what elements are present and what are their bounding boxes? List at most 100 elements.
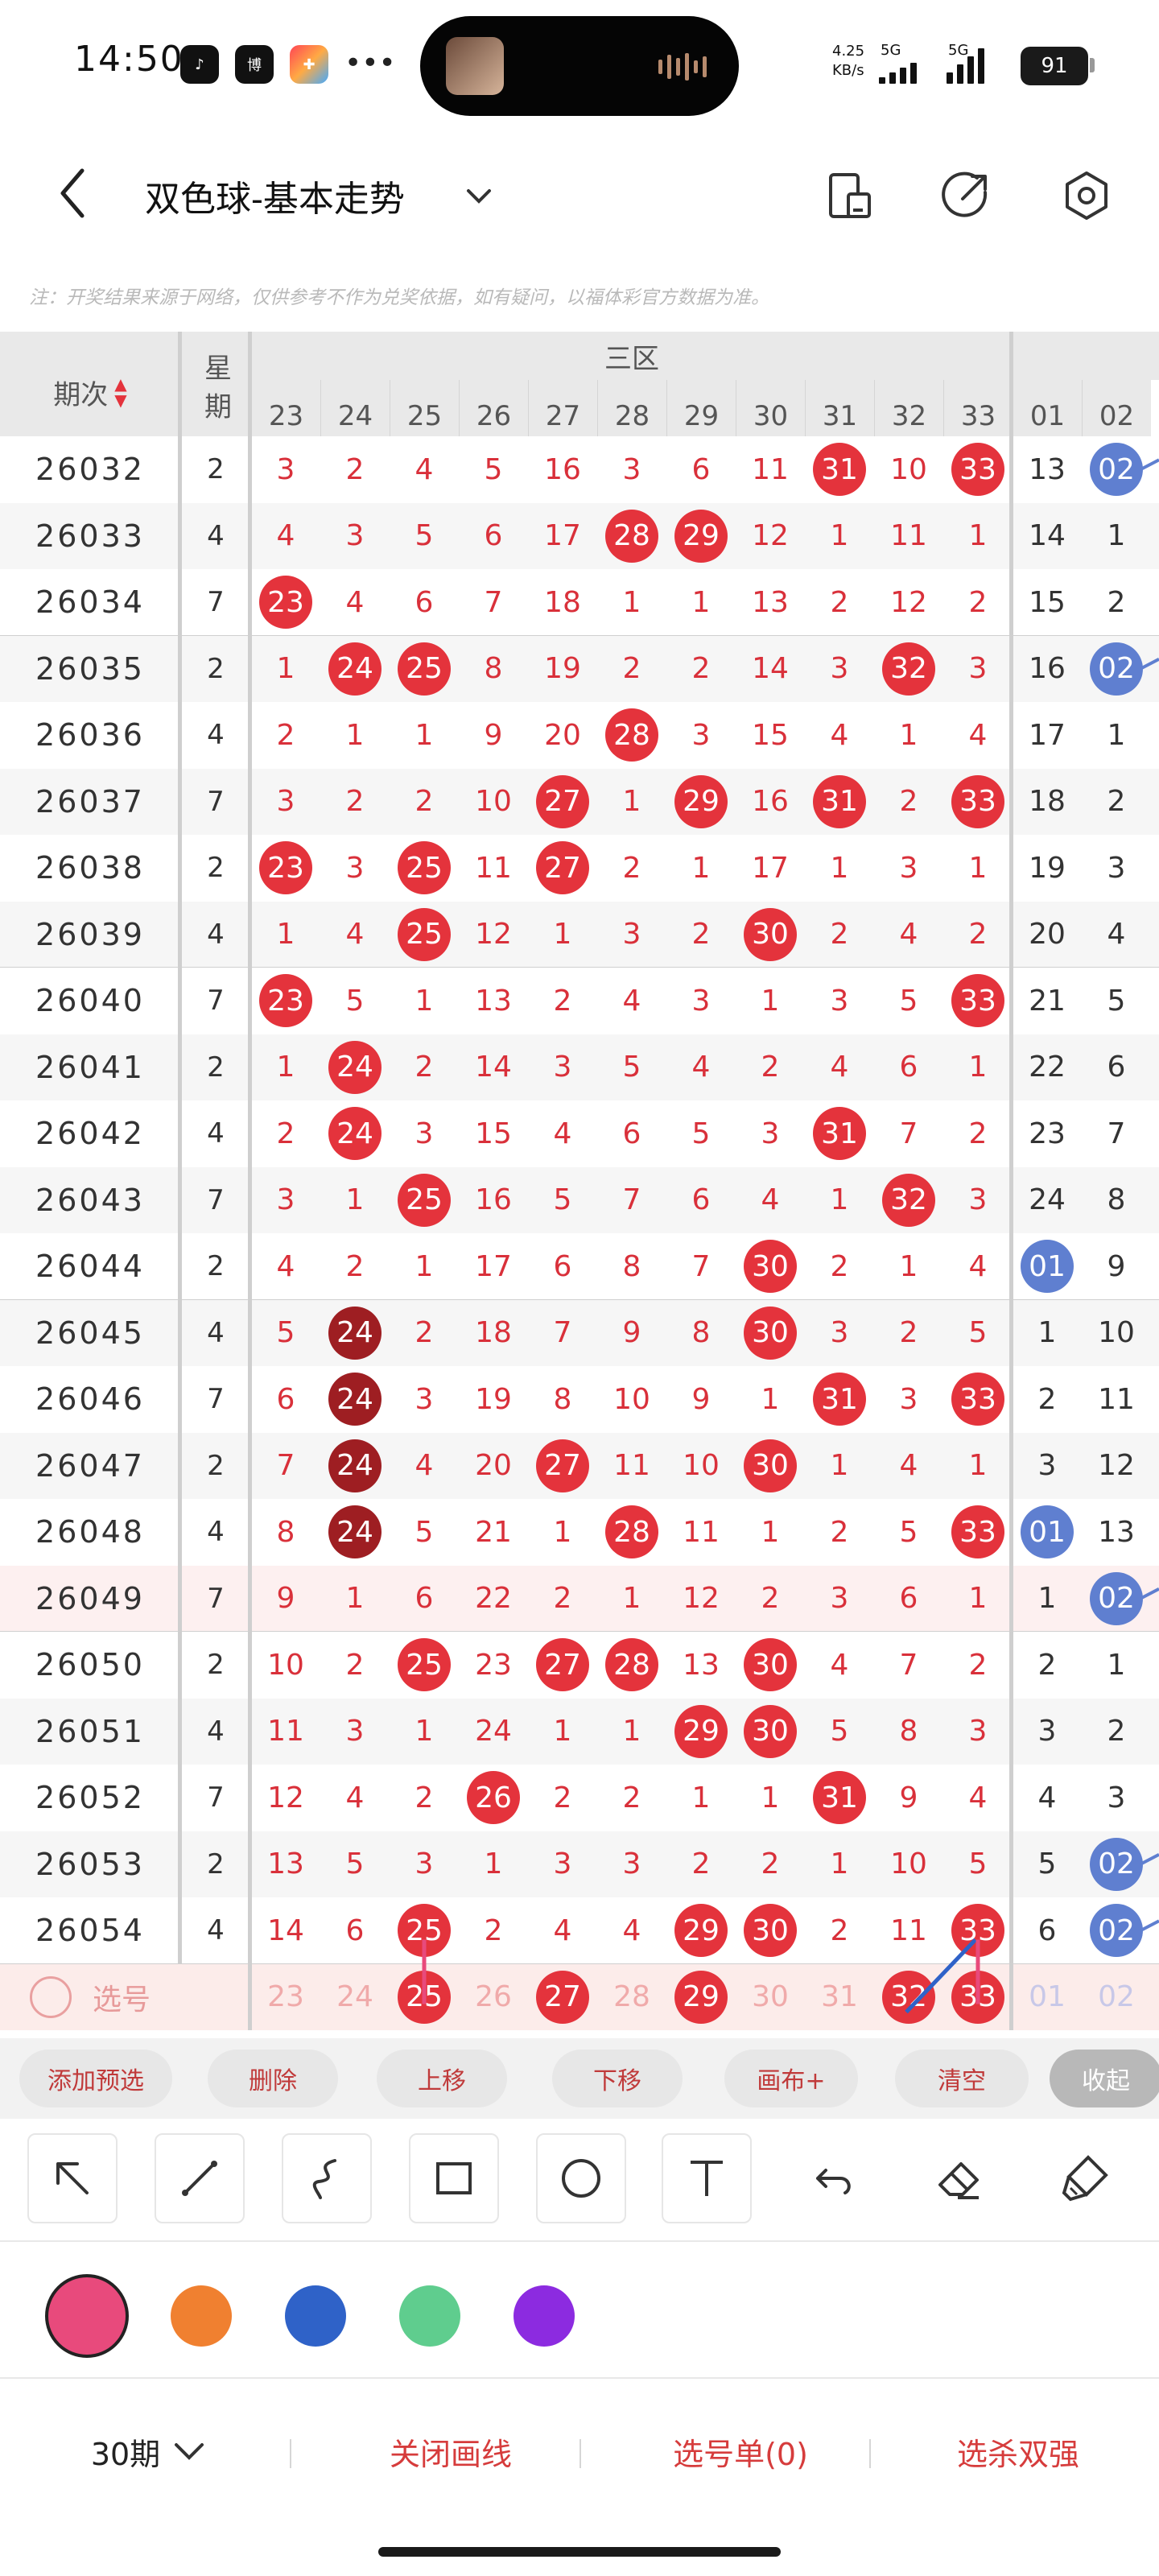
select-blue-cell[interactable]: 01: [1013, 1964, 1082, 2031]
red-number-cell[interactable]: 1: [320, 1167, 390, 1234]
settings-button[interactable]: [1056, 165, 1117, 226]
red-number-cell[interactable]: 3: [597, 436, 666, 503]
red-number-cell[interactable]: 31: [805, 1765, 874, 1831]
red-number-cell[interactable]: 1: [736, 1765, 805, 1831]
red-number-cell[interactable]: 7: [251, 1433, 320, 1500]
red-number-cell[interactable]: 1: [390, 968, 459, 1034]
red-number-cell[interactable]: 6: [597, 1100, 666, 1167]
red-number-cell[interactable]: 22: [459, 1566, 528, 1633]
red-number-cell[interactable]: 5: [528, 1167, 597, 1234]
action-button[interactable]: 上移: [377, 2050, 507, 2107]
red-number-cell[interactable]: 4: [390, 1433, 459, 1500]
red-number-cell[interactable]: 1: [251, 1034, 320, 1101]
red-number-cell[interactable]: 24: [320, 1300, 390, 1367]
red-number-cell[interactable]: 4: [528, 1100, 597, 1167]
select-red-cell[interactable]: 27: [528, 1964, 597, 2031]
red-number-cell[interactable]: 4: [597, 968, 666, 1034]
red-number-cell[interactable]: 1: [805, 503, 874, 570]
red-number-cell[interactable]: 28: [597, 702, 666, 769]
blue-number-cell[interactable]: 3: [1013, 1433, 1082, 1500]
red-number-cell[interactable]: 1: [528, 1699, 597, 1765]
red-number-cell[interactable]: 3: [666, 968, 736, 1034]
curve-tool-button[interactable]: [282, 2133, 372, 2223]
red-number-cell[interactable]: 28: [597, 503, 666, 570]
red-number-cell[interactable]: 28: [597, 1632, 666, 1699]
red-number-cell[interactable]: 3: [943, 1167, 1013, 1234]
red-number-cell[interactable]: 30: [736, 1699, 805, 1765]
red-number-cell[interactable]: 8: [251, 1499, 320, 1566]
red-number-cell[interactable]: 4: [251, 1233, 320, 1300]
red-number-cell[interactable]: 4: [805, 1632, 874, 1699]
red-number-cell[interactable]: 33: [943, 968, 1013, 1034]
red-number-cell[interactable]: 32: [874, 1167, 943, 1234]
red-number-cell[interactable]: 3: [320, 1699, 390, 1765]
select-red-cell[interactable]: 25: [390, 1964, 459, 2031]
red-number-cell[interactable]: 1: [597, 569, 666, 636]
blue-number-cell[interactable]: 16: [1013, 636, 1082, 703]
red-number-cell[interactable]: 12: [251, 1765, 320, 1831]
blue-number-cell[interactable]: 6: [1082, 1034, 1151, 1101]
red-number-cell[interactable]: 16: [459, 1167, 528, 1234]
red-number-cell[interactable]: 2: [736, 1034, 805, 1101]
red-number-cell[interactable]: 2: [805, 1233, 874, 1300]
blue-number-cell[interactable]: 2: [1082, 769, 1151, 836]
red-number-cell[interactable]: 4: [943, 1765, 1013, 1831]
red-number-cell[interactable]: 5: [390, 503, 459, 570]
color-swatch[interactable]: [45, 2274, 129, 2358]
red-number-cell[interactable]: 5: [943, 1831, 1013, 1898]
red-number-cell[interactable]: 2: [390, 769, 459, 836]
action-button[interactable]: 画布+: [724, 2050, 858, 2107]
red-number-cell[interactable]: 2: [874, 1300, 943, 1367]
issue-column-header[interactable]: 期次 ▲ ▼: [0, 332, 180, 452]
red-number-cell[interactable]: 32: [874, 636, 943, 703]
blue-number-cell[interactable]: 10: [1082, 1300, 1151, 1367]
red-number-cell[interactable]: 2: [390, 1765, 459, 1831]
blue-number-cell[interactable]: 24: [1013, 1167, 1082, 1234]
red-number-cell[interactable]: 2: [874, 769, 943, 836]
red-number-cell[interactable]: 10: [459, 769, 528, 836]
red-number-cell[interactable]: 30: [736, 902, 805, 968]
circle-tool-button[interactable]: [536, 2133, 626, 2223]
red-number-cell[interactable]: 1: [874, 1233, 943, 1300]
red-number-cell[interactable]: 1: [251, 902, 320, 968]
red-number-cell[interactable]: 30: [736, 1300, 805, 1367]
red-number-cell[interactable]: 13: [459, 968, 528, 1034]
select-red-cell[interactable]: 23: [251, 1964, 320, 2031]
red-number-cell[interactable]: 9: [666, 1366, 736, 1433]
red-number-cell[interactable]: 2: [528, 968, 597, 1034]
red-number-cell[interactable]: 6: [320, 1897, 390, 1964]
red-number-cell[interactable]: 25: [390, 835, 459, 902]
red-number-cell[interactable]: 8: [874, 1699, 943, 1765]
red-number-cell[interactable]: 2: [251, 702, 320, 769]
red-number-cell[interactable]: 2: [597, 835, 666, 902]
blue-number-cell[interactable]: 1: [1082, 702, 1151, 769]
dynamic-island[interactable]: [420, 16, 739, 116]
red-number-cell[interactable]: 11: [736, 436, 805, 503]
red-number-cell[interactable]: 4: [666, 1034, 736, 1101]
red-number-cell[interactable]: 1: [251, 636, 320, 703]
red-number-cell[interactable]: 6: [528, 1233, 597, 1300]
blue-number-cell[interactable]: 22: [1013, 1034, 1082, 1101]
red-number-cell[interactable]: 31: [805, 436, 874, 503]
red-number-cell[interactable]: 12: [666, 1566, 736, 1633]
red-number-cell[interactable]: 25: [390, 1632, 459, 1699]
red-number-cell[interactable]: 2: [320, 1233, 390, 1300]
red-number-cell[interactable]: 15: [459, 1100, 528, 1167]
red-number-cell[interactable]: 3: [666, 702, 736, 769]
blue-number-cell[interactable]: 13: [1013, 436, 1082, 503]
red-number-cell[interactable]: 1: [390, 1699, 459, 1765]
red-number-cell[interactable]: 1: [666, 1765, 736, 1831]
blue-number-cell[interactable]: 7: [1082, 1100, 1151, 1167]
color-swatch[interactable]: [514, 2285, 575, 2347]
red-number-cell[interactable]: 4: [528, 1897, 597, 1964]
period-selector[interactable]: 30期: [64, 2415, 233, 2487]
blue-number-cell[interactable]: 2: [1082, 569, 1151, 636]
blue-number-cell[interactable]: 9: [1082, 1233, 1151, 1300]
red-number-cell[interactable]: 6: [251, 1366, 320, 1433]
select-red-cell[interactable]: 29: [666, 1964, 736, 2031]
red-number-cell[interactable]: 1: [943, 1034, 1013, 1101]
blue-number-cell[interactable]: 1: [1082, 1632, 1151, 1699]
red-number-cell[interactable]: 16: [528, 436, 597, 503]
red-number-cell[interactable]: 29: [666, 503, 736, 570]
red-number-cell[interactable]: 7: [528, 1300, 597, 1367]
